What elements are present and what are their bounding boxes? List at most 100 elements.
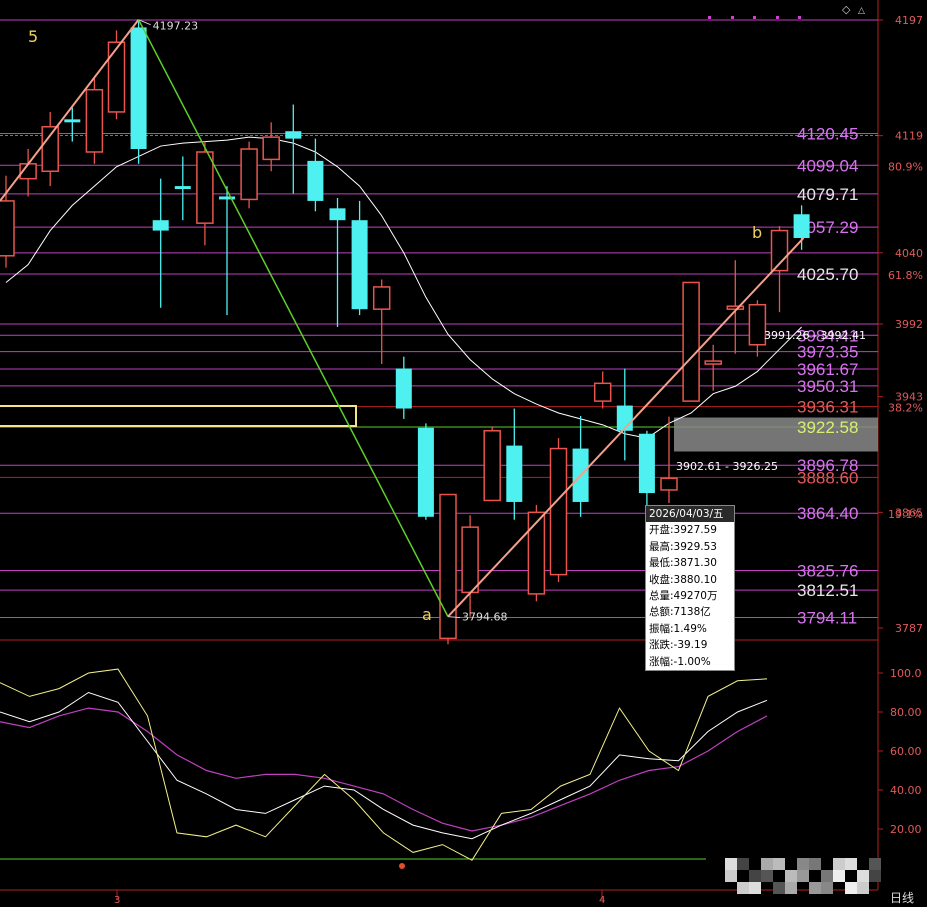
price-axis-label-1: 4119 <box>895 130 923 143</box>
wave-label-a: a <box>422 605 432 624</box>
candle-body-24 <box>527 511 546 595</box>
candle-body-11 <box>240 148 258 201</box>
info-row-open: 开盘:3927.59 <box>649 524 717 537</box>
level-label-12: 3936.31 <box>797 398 858 417</box>
triangle-icon: △ <box>858 6 865 16</box>
level-label-3: 4079.71 <box>797 185 858 204</box>
info-row-change: 涨跌:-39.19 <box>649 639 708 652</box>
mosaic-block <box>857 870 869 882</box>
candle-body-23 <box>506 445 523 502</box>
mosaic-block <box>845 858 857 870</box>
indicator-d-line <box>0 691 768 840</box>
info-row-close: 收盘:3880.10 <box>649 573 717 586</box>
mosaic-block <box>809 858 821 870</box>
mosaic-block <box>785 882 797 894</box>
candle-body-13 <box>285 131 302 139</box>
ind-axis-label-3: 40.00 <box>890 784 922 797</box>
ind-axis-label-4: 20.00 <box>890 823 922 836</box>
info-row-low: 最低:3871.30 <box>649 557 717 570</box>
mosaic-block <box>725 870 737 882</box>
level-label-16: 3864.40 <box>797 504 858 523</box>
candle-body-6 <box>130 27 147 150</box>
mosaic-block <box>809 882 821 894</box>
candle-body-8 <box>174 186 191 190</box>
info-row-volume: 总量:49270万 <box>649 590 718 603</box>
candle-body-15 <box>329 208 346 221</box>
gap-range-label: 3902.61 - 3926.25 <box>676 460 778 473</box>
level-label-1: 4120.45 <box>797 125 858 144</box>
candle-body-17 <box>372 286 391 310</box>
period-label: 日线 <box>890 891 914 905</box>
high-price-label: 4197.23 <box>153 20 199 33</box>
candle-body-19 <box>417 427 434 517</box>
top-dot-3 <box>776 16 779 19</box>
candle-body-30 <box>660 477 678 491</box>
ind-axis-label-1: 80.00 <box>890 706 922 719</box>
mosaic-block <box>833 858 845 870</box>
percent-label-0: 80.9% <box>888 160 923 173</box>
candle-body-34 <box>748 303 767 346</box>
diamond-icon: ◇ <box>842 3 851 16</box>
level-label-18: 3812.51 <box>797 581 858 600</box>
candle-body-36 <box>793 214 810 238</box>
level-label-17: 3825.76 <box>797 562 858 581</box>
candle-body-31 <box>682 281 700 402</box>
mosaic-block <box>857 882 869 894</box>
yellow-box-zone <box>0 405 357 427</box>
candle-body-2 <box>41 126 59 173</box>
mosaic-block <box>845 882 857 894</box>
price-axis-label-6: 3787 <box>895 622 923 635</box>
top-dot-0 <box>708 16 711 19</box>
range2-label: 3991.26 - 3992.41 <box>764 329 866 342</box>
candle-body-21 <box>461 526 479 594</box>
top-dot-1 <box>731 16 734 19</box>
candlestick-chart: 4120.454099.044079.714057.294025.703984.… <box>0 0 923 906</box>
x-tick-4: 4 <box>599 895 605 906</box>
mosaic-block <box>869 870 881 882</box>
mosaic-block <box>737 882 749 894</box>
indicator-k-line <box>0 668 768 861</box>
mosaic-block <box>761 870 773 882</box>
candle-body-18 <box>395 368 412 409</box>
ind-axis-label-0: 100.0 <box>890 667 922 680</box>
level-label-13: 3922.58 <box>797 418 858 437</box>
mosaic-block <box>773 858 785 870</box>
candle-body-4 <box>85 88 104 153</box>
percent-label-3: 19.1% <box>888 508 923 521</box>
info-row-amplitude: 振幅:1.49% <box>649 622 707 635</box>
info-row-amount: 总额:7138亿 <box>649 606 711 619</box>
info-row-change-pct: 涨幅:-1.00% <box>649 655 711 668</box>
watermark-mosaic <box>725 858 885 894</box>
level-label-19: 3794.11 <box>797 608 857 627</box>
mosaic-block <box>821 870 833 882</box>
mosaic-block <box>749 882 761 894</box>
low-price-label: 3794.68 <box>462 611 508 624</box>
candle-body-22 <box>483 430 501 502</box>
level-label-15: 3888.60 <box>797 468 858 487</box>
mosaic-block <box>821 882 833 894</box>
wave-label-5: 5 <box>28 27 38 46</box>
candle-body-33 <box>726 305 745 310</box>
mosaic-block <box>725 858 737 870</box>
mosaic-block <box>773 882 785 894</box>
candle-body-16 <box>351 220 368 310</box>
mosaic-block <box>869 858 881 870</box>
mosaic-block <box>737 858 749 870</box>
price-axis-label-3: 3992 <box>895 318 923 331</box>
ohlc-info-box: 2026/04/03/五 开盘:3927.59 最高:3929.53 最低:38… <box>645 505 735 672</box>
info-box-date: 2026/04/03/五 <box>646 506 734 523</box>
price-axis-label-2: 4040 <box>895 247 923 260</box>
percent-label-2: 38.2% <box>888 402 923 415</box>
mosaic-block <box>797 858 809 870</box>
candle-body-12 <box>262 136 280 161</box>
price-axis-label-0: 4197 <box>895 14 923 27</box>
indicator-j-line <box>0 707 768 832</box>
candle-body-9 <box>196 151 214 224</box>
mosaic-block <box>749 870 761 882</box>
candle-body-14 <box>307 160 324 201</box>
level-label-11: 3950.31 <box>797 377 858 396</box>
candle-body-3 <box>64 119 81 123</box>
candle-body-27 <box>593 382 612 402</box>
mosaic-block <box>785 870 797 882</box>
level-label-2: 4099.04 <box>797 156 858 175</box>
